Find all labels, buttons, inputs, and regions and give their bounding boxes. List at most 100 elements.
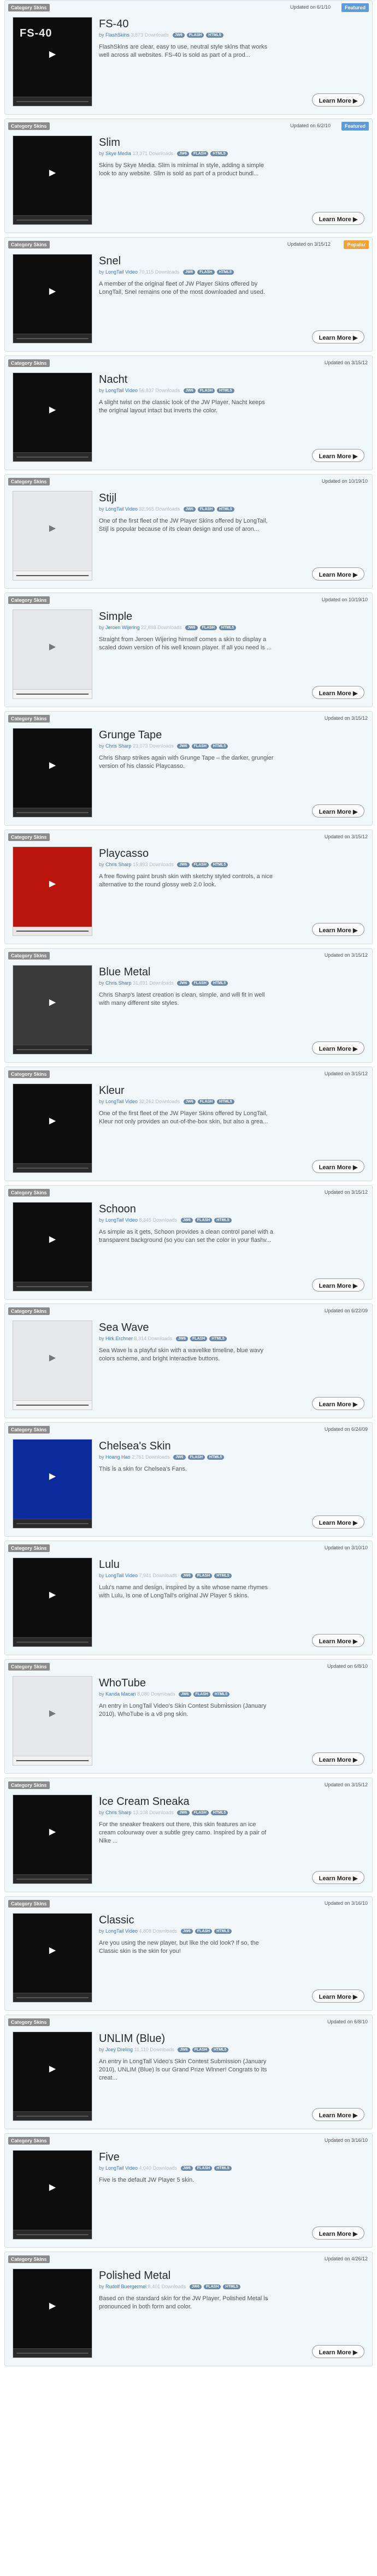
author-link[interactable]: Skye Media [105,151,131,156]
tag-flash[interactable]: FLASH [191,1810,209,1815]
skin-title[interactable]: Slim [99,137,268,149]
tag-flash[interactable]: FLASH [191,151,209,156]
skin-title[interactable]: Schoon [99,1203,268,1216]
tag-flash[interactable]: FLASH [197,507,215,512]
author-link[interactable]: FlashSkins [105,32,129,38]
learn-more-button[interactable]: Learn More ▶ [312,1989,364,2003]
skin-thumbnail[interactable]: ▶ [13,135,92,225]
author-link[interactable]: LongTail Video [105,1928,138,1934]
tag-html5[interactable]: HTML5 [210,1810,228,1815]
tag-flash[interactable]: FLASH [195,1218,213,1223]
skin-title[interactable]: Snel [99,255,268,268]
skin-title[interactable]: Grunge Tape [99,729,268,742]
author-link[interactable]: Hirk Erchner [105,1336,133,1341]
skin-thumbnail[interactable]: ▶ [13,728,92,818]
tag-flash[interactable]: FLASH [191,981,209,986]
tag-jw6[interactable]: JW6 [183,388,196,393]
author-link[interactable]: LongTail Video [105,1217,138,1223]
author-link[interactable]: LongTail Video [105,2165,138,2171]
tag-flash[interactable]: FLASH [195,2166,213,2171]
author-link[interactable]: Chris Sharp [105,743,132,749]
skin-title[interactable]: Kleur [99,1085,268,1097]
tag-flash[interactable]: FLASH [199,625,217,630]
tag-html5[interactable]: HTML5 [206,33,223,38]
skin-thumbnail[interactable]: ▶ [13,1795,92,1884]
author-link[interactable]: LongTail Video [105,269,138,275]
tag-flash[interactable]: FLASH [197,1099,215,1104]
tag-jw6[interactable]: JW6 [185,625,198,630]
author-link[interactable]: Chris Sharp [105,1810,132,1815]
skin-title[interactable]: Playcasso [99,848,268,860]
author-link[interactable]: Hoang Hao [105,1454,131,1460]
learn-more-button[interactable]: Learn More ▶ [312,804,364,818]
author-link[interactable]: LongTail Video [105,1573,138,1578]
skin-thumbnail[interactable]: ▶ [13,1320,92,1410]
tag-html5[interactable]: HTML5 [210,151,228,156]
learn-more-button[interactable]: Learn More ▶ [312,1278,364,1292]
tag-flash[interactable]: FLASH [197,388,215,393]
skin-thumbnail[interactable]: ▶ [13,609,92,699]
tag-flash[interactable]: FLASH [187,1455,205,1460]
tag-flash[interactable]: FLASH [191,744,209,749]
skin-title[interactable]: Nacht [99,374,268,386]
tag-html5[interactable]: HTML5 [210,981,228,986]
author-link[interactable]: Jeroen Wijering [105,625,140,630]
skin-title[interactable]: UNLIM (Blue) [99,2033,268,2045]
learn-more-button[interactable]: Learn More ▶ [312,567,364,581]
skin-title[interactable]: Simple [99,611,268,623]
skin-thumbnail[interactable]: ▶ [13,2269,92,2358]
author-link[interactable]: Kanda Macari [105,1691,136,1697]
skin-thumbnail[interactable]: ▶ [13,2032,92,2121]
tag-html5[interactable]: HTML5 [212,1692,230,1697]
tag-jw6[interactable]: JW6 [177,744,190,749]
tag-html5[interactable]: HTML5 [214,1218,232,1223]
tag-jw6[interactable]: JW6 [178,2047,190,2052]
learn-more-button[interactable]: Learn More ▶ [312,1397,364,1410]
tag-jw6[interactable]: JW6 [177,981,190,986]
author-link[interactable]: Chris Sharp [105,862,132,867]
learn-more-button[interactable]: Learn More ▶ [312,449,364,462]
tag-flash[interactable]: FLASH [197,270,215,275]
tag-jw6[interactable]: JW6 [189,2284,202,2289]
tag-html5[interactable]: HTML5 [217,388,234,393]
tag-flash[interactable]: FLASH [192,2047,210,2052]
learn-more-button[interactable]: Learn More ▶ [312,1634,364,1647]
skin-thumbnail[interactable]: ▶ [13,1439,92,1529]
tag-html5[interactable]: HTML5 [207,1455,225,1460]
skin-thumbnail[interactable]: ▶ [13,491,92,581]
tag-jw6[interactable]: JW6 [180,1929,193,1934]
author-link[interactable]: LongTail Video [105,506,138,512]
skin-thumbnail[interactable]: ▶ [13,1202,92,1292]
tag-jw6[interactable]: JW6 [180,1218,193,1223]
tag-flash[interactable]: FLASH [195,1929,213,1934]
tag-jw6[interactable]: JW6 [179,1692,191,1697]
author-link[interactable]: Rudolf Buergermei [105,2284,146,2289]
tag-html5[interactable]: HTML5 [217,507,234,512]
learn-more-button[interactable]: Learn More ▶ [312,93,364,106]
skin-thumbnail[interactable]: ▶ [13,846,92,936]
skin-thumbnail[interactable]: ▶ [13,965,92,1055]
author-link[interactable]: Chris Sharp [105,980,132,986]
tag-html5[interactable]: HTML5 [214,1573,232,1578]
skin-title[interactable]: Ice Cream Sneaka [99,1796,268,1808]
tag-jw6[interactable]: JW6 [183,507,196,512]
skin-title[interactable]: Polished Metal [99,2270,268,2282]
tag-html5[interactable]: HTML5 [210,744,228,749]
skin-title[interactable]: Classic [99,1914,268,1927]
skin-thumbnail[interactable]: ▶ [13,2150,92,2240]
author-link[interactable]: LongTail Video [105,1099,138,1104]
skin-title[interactable]: Sea Wave [99,1322,268,1334]
tag-jw6[interactable]: JW6 [173,1455,186,1460]
tag-html5[interactable]: HTML5 [216,270,234,275]
tag-html5[interactable]: HTML5 [223,2284,240,2289]
tag-flash[interactable]: FLASH [204,2284,221,2289]
skin-thumbnail[interactable]: ▶ [13,372,92,462]
skin-thumbnail[interactable]: ▶ [13,1676,92,1766]
learn-more-button[interactable]: Learn More ▶ [312,1752,364,1766]
tag-jw6[interactable]: JW6 [175,1336,188,1341]
tag-flash[interactable]: FLASH [187,33,204,38]
tag-html5[interactable]: HTML5 [210,862,228,867]
tag-flash[interactable]: FLASH [190,1336,208,1341]
tag-jw6[interactable]: JW6 [177,862,190,867]
skin-title[interactable]: WhoTube [99,1677,268,1690]
